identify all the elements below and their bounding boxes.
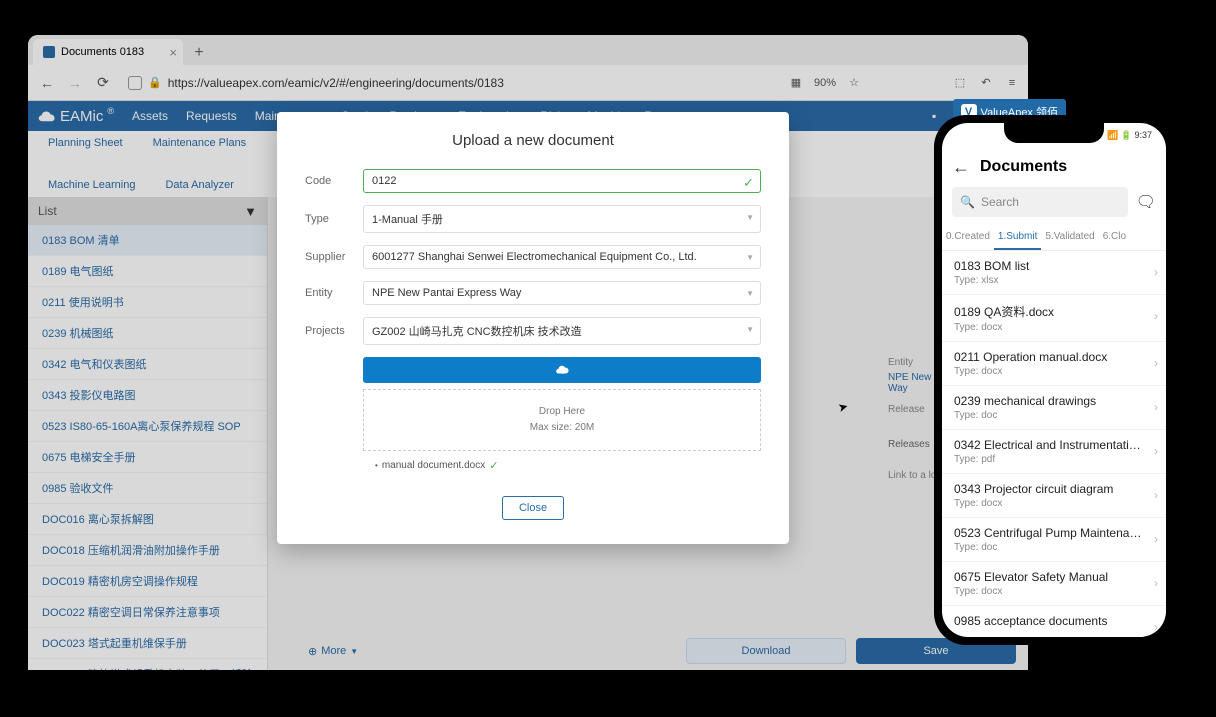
phone-title: Documents <box>980 158 1067 176</box>
phone-search-input[interactable]: 🔍 Search <box>952 187 1128 217</box>
caret-icon: ▼ <box>746 289 754 298</box>
phone-tabs: 0.Created 1.Submit 5.Validated 6.Clo <box>942 225 1166 251</box>
phone-tab-closed[interactable]: 6.Clo <box>1099 225 1130 250</box>
caret-icon: ▼ <box>746 253 754 262</box>
drop-zone[interactable]: Drop Here Max size: 20M <box>363 389 761 451</box>
supplier-select[interactable]: 6001277 Shanghai Senwei Electromechanica… <box>363 245 761 269</box>
phone-list-item[interactable]: 0985 acceptance documents› <box>942 606 1166 637</box>
phone-tab-submit[interactable]: 1.Submit <box>994 225 1041 250</box>
phone-tab-validated[interactable]: 5.Validated <box>1041 225 1098 250</box>
search-placeholder: Search <box>981 195 1019 209</box>
code-label: Code <box>305 175 363 187</box>
phone-screen: 📶 🔋 9:37 ← Documents 🔍 Search 🗨 0.Create… <box>942 123 1166 637</box>
caret-icon: ▼ <box>746 325 754 334</box>
phone-tab-created[interactable]: 0.Created <box>942 225 994 250</box>
chevron-right-icon: › <box>1154 444 1158 458</box>
chevron-right-icon: › <box>1154 356 1158 370</box>
phone-notch <box>1004 123 1104 143</box>
phone-list-item[interactable]: 0342 Electrical and Instrumentation Dra.… <box>942 430 1166 474</box>
projects-select[interactable]: GZ002 山崎马扎克 CNC数控机床 技术改造 ▼ <box>363 317 761 345</box>
search-icon: 🔍 <box>960 195 975 209</box>
caret-icon: ▼ <box>746 213 754 222</box>
phone-list-item[interactable]: 0523 Centrifugal Pump Maintenance Pro...… <box>942 518 1166 562</box>
phone-header: ← Documents <box>942 147 1166 187</box>
chevron-right-icon: › <box>1154 576 1158 590</box>
valid-check-icon: ✓ <box>743 175 754 191</box>
phone-back-icon[interactable]: ← <box>952 157 970 178</box>
file-name: manual document.docx <box>382 460 485 471</box>
attached-file: • manual document.docx ✓ <box>375 459 761 472</box>
projects-label: Projects <box>305 325 363 337</box>
entity-label: Entity <box>305 287 363 299</box>
phone-list-item[interactable]: 0189 QA资料.docxType: docx› <box>942 295 1166 342</box>
chevron-right-icon: › <box>1154 309 1158 323</box>
upload-button[interactable] <box>363 357 761 383</box>
status-time: 📶 🔋 9:37 <box>1107 130 1152 141</box>
phone-frame: 📶 🔋 9:37 ← Documents 🔍 Search 🗨 0.Create… <box>934 115 1174 645</box>
modal-title: Upload a new document <box>305 132 761 149</box>
phone-list-item[interactable]: 0675 Elevator Safety ManualType: docx› <box>942 562 1166 606</box>
phone-list-item[interactable]: 0183 BOM listType: xlsx› <box>942 251 1166 295</box>
code-input[interactable]: 0122 ✓ <box>363 169 761 193</box>
chevron-right-icon: › <box>1154 400 1158 414</box>
phone-list-item[interactable]: 0343 Projector circuit diagramType: docx… <box>942 474 1166 518</box>
entity-select[interactable]: NPE New Pantai Express Way ▼ <box>363 281 761 305</box>
phone-list-item[interactable]: 0239 mechanical drawingsType: doc› <box>942 386 1166 430</box>
supplier-label: Supplier <box>305 251 363 263</box>
upload-modal: Upload a new document Code 0122 ✓ Type 1… <box>277 112 789 544</box>
type-select[interactable]: 1-Manual 手册 ▼ <box>363 205 761 233</box>
close-button[interactable]: Close <box>502 496 564 520</box>
chevron-right-icon: › <box>1154 620 1158 634</box>
upload-ok-icon: ✓ <box>489 459 498 472</box>
chevron-right-icon: › <box>1154 265 1158 279</box>
calendar-icon[interactable]: 🗨 <box>1136 192 1156 212</box>
drop-here-text: Drop Here <box>364 404 760 420</box>
phone-list: 0183 BOM listType: xlsx› 0189 QA资料.docxT… <box>942 251 1166 637</box>
chevron-right-icon: › <box>1154 532 1158 546</box>
cloud-upload-icon <box>555 363 569 377</box>
type-label: Type <box>305 213 363 225</box>
max-size-text: Max size: 20M <box>364 420 760 436</box>
phone-list-item[interactable]: 0211 Operation manual.docxType: docx› <box>942 342 1166 386</box>
chevron-right-icon: › <box>1154 488 1158 502</box>
